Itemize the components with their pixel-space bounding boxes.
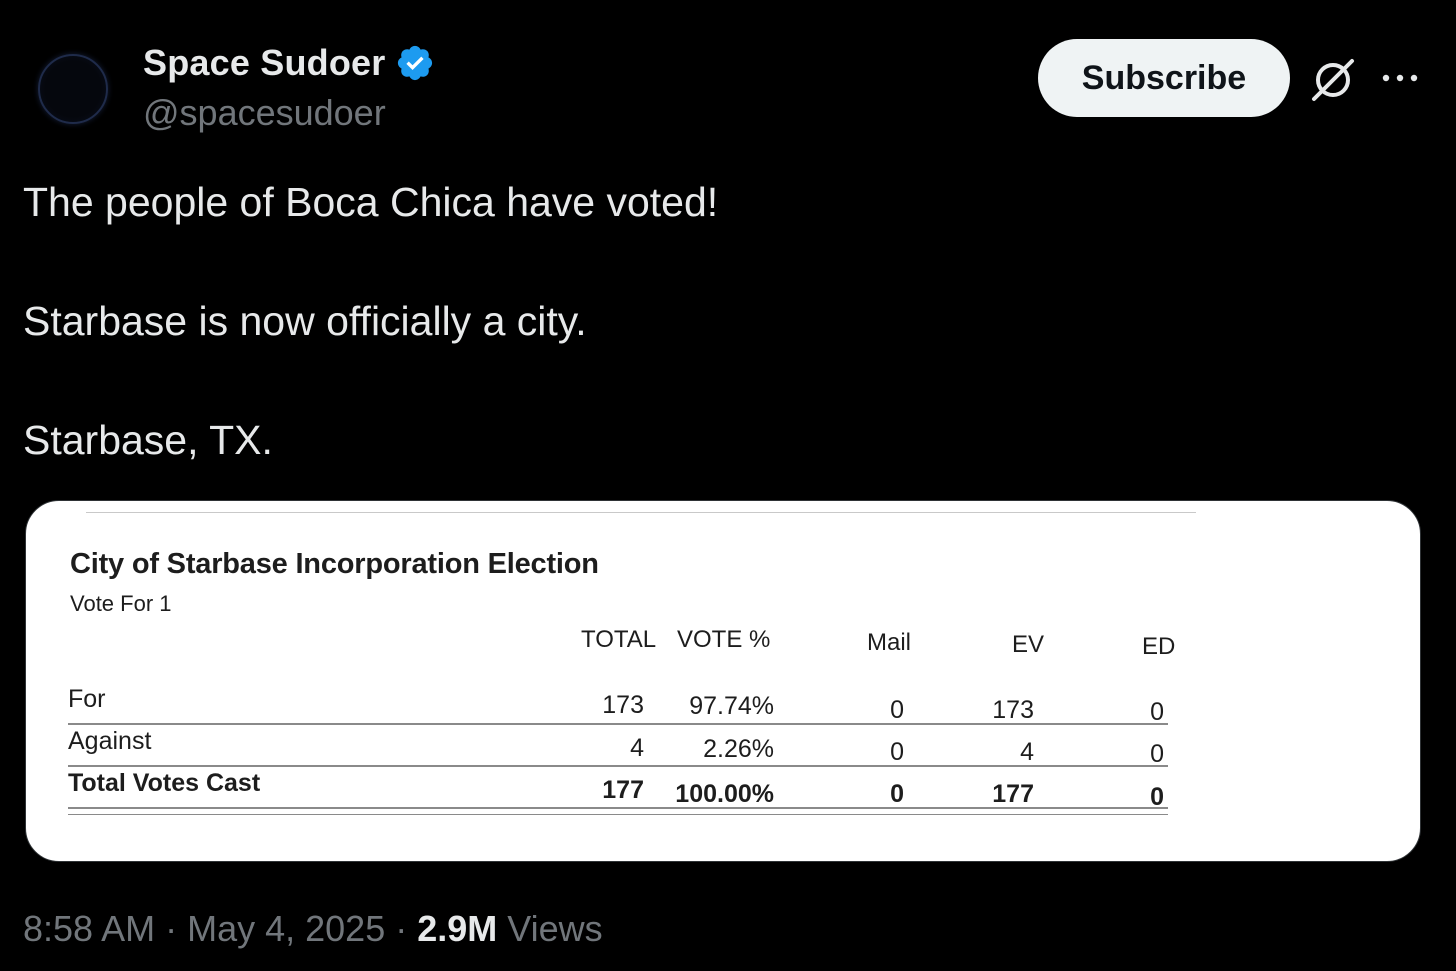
cell-pct: 2.26%	[703, 735, 774, 763]
cell-ev: 177	[992, 780, 1034, 808]
column-header-vote-pct: VOTE %	[677, 626, 771, 653]
cell-total: 177	[602, 776, 644, 804]
column-header-ed: ED	[1142, 633, 1176, 660]
election-subtitle: Vote For 1	[70, 591, 172, 616]
cell-ev: 4	[1020, 738, 1034, 766]
subscribe-button[interactable]: Subscribe	[1038, 39, 1290, 117]
grok-icon[interactable]	[1308, 55, 1358, 105]
cell-mail: 0	[890, 738, 904, 766]
tweet-line: Starbase is now officially a city.	[23, 298, 587, 344]
avatar[interactable]	[38, 54, 108, 124]
column-header-mail: Mail	[867, 629, 912, 656]
column-header-ev: EV	[1012, 631, 1045, 658]
author-display-name[interactable]: Space Sudoer	[143, 42, 385, 84]
divider	[86, 512, 1196, 513]
election-title: City of Starbase Incorporation Election	[70, 548, 599, 580]
more-icon[interactable]	[1380, 68, 1420, 88]
row-label-total-votes-cast: Total Votes Cast	[68, 769, 261, 797]
cell-mail: 0	[890, 696, 904, 724]
column-header-total: TOTAL	[581, 626, 657, 653]
cell-pct: 100.00%	[675, 780, 774, 808]
views-count[interactable]: 2.9M	[417, 908, 497, 949]
tweet-time[interactable]: 8:58 AM	[23, 908, 155, 949]
author-name-row: Space Sudoer	[143, 42, 435, 84]
tweet-text: The people of Boca Chica have voted! Sta…	[23, 176, 1423, 466]
row-label-against: Against	[68, 727, 152, 755]
cell-pct: 97.74%	[689, 692, 774, 720]
table-rule	[68, 765, 1168, 767]
tweet-line: The people of Boca Chica have voted!	[23, 179, 719, 225]
tweet-date[interactable]: May 4, 2025	[187, 908, 385, 949]
tweet-line: Starbase, TX.	[23, 417, 273, 463]
cell-total: 4	[630, 734, 644, 762]
separator: ·	[385, 908, 418, 949]
table-rule	[68, 723, 1168, 725]
cell-ev: 173	[992, 696, 1034, 724]
table-rule	[68, 814, 1168, 815]
row-label-for: For	[68, 685, 106, 713]
views-label: Views	[497, 908, 603, 949]
cell-mail: 0	[890, 780, 904, 808]
media-image[interactable]: City of Starbase Incorporation Election …	[25, 500, 1421, 862]
author-handle[interactable]: @spacesudoer	[143, 92, 386, 134]
separator: ·	[155, 908, 188, 949]
table-rule	[68, 807, 1168, 809]
cell-total: 173	[602, 691, 644, 719]
tweet-page: Space Sudoer @spacesudoer Subscribe The …	[0, 0, 1456, 971]
verified-badge-icon	[398, 45, 433, 81]
tweet-meta: 8:58 AM · May 4, 2025 · 2.9M Views	[23, 908, 603, 950]
